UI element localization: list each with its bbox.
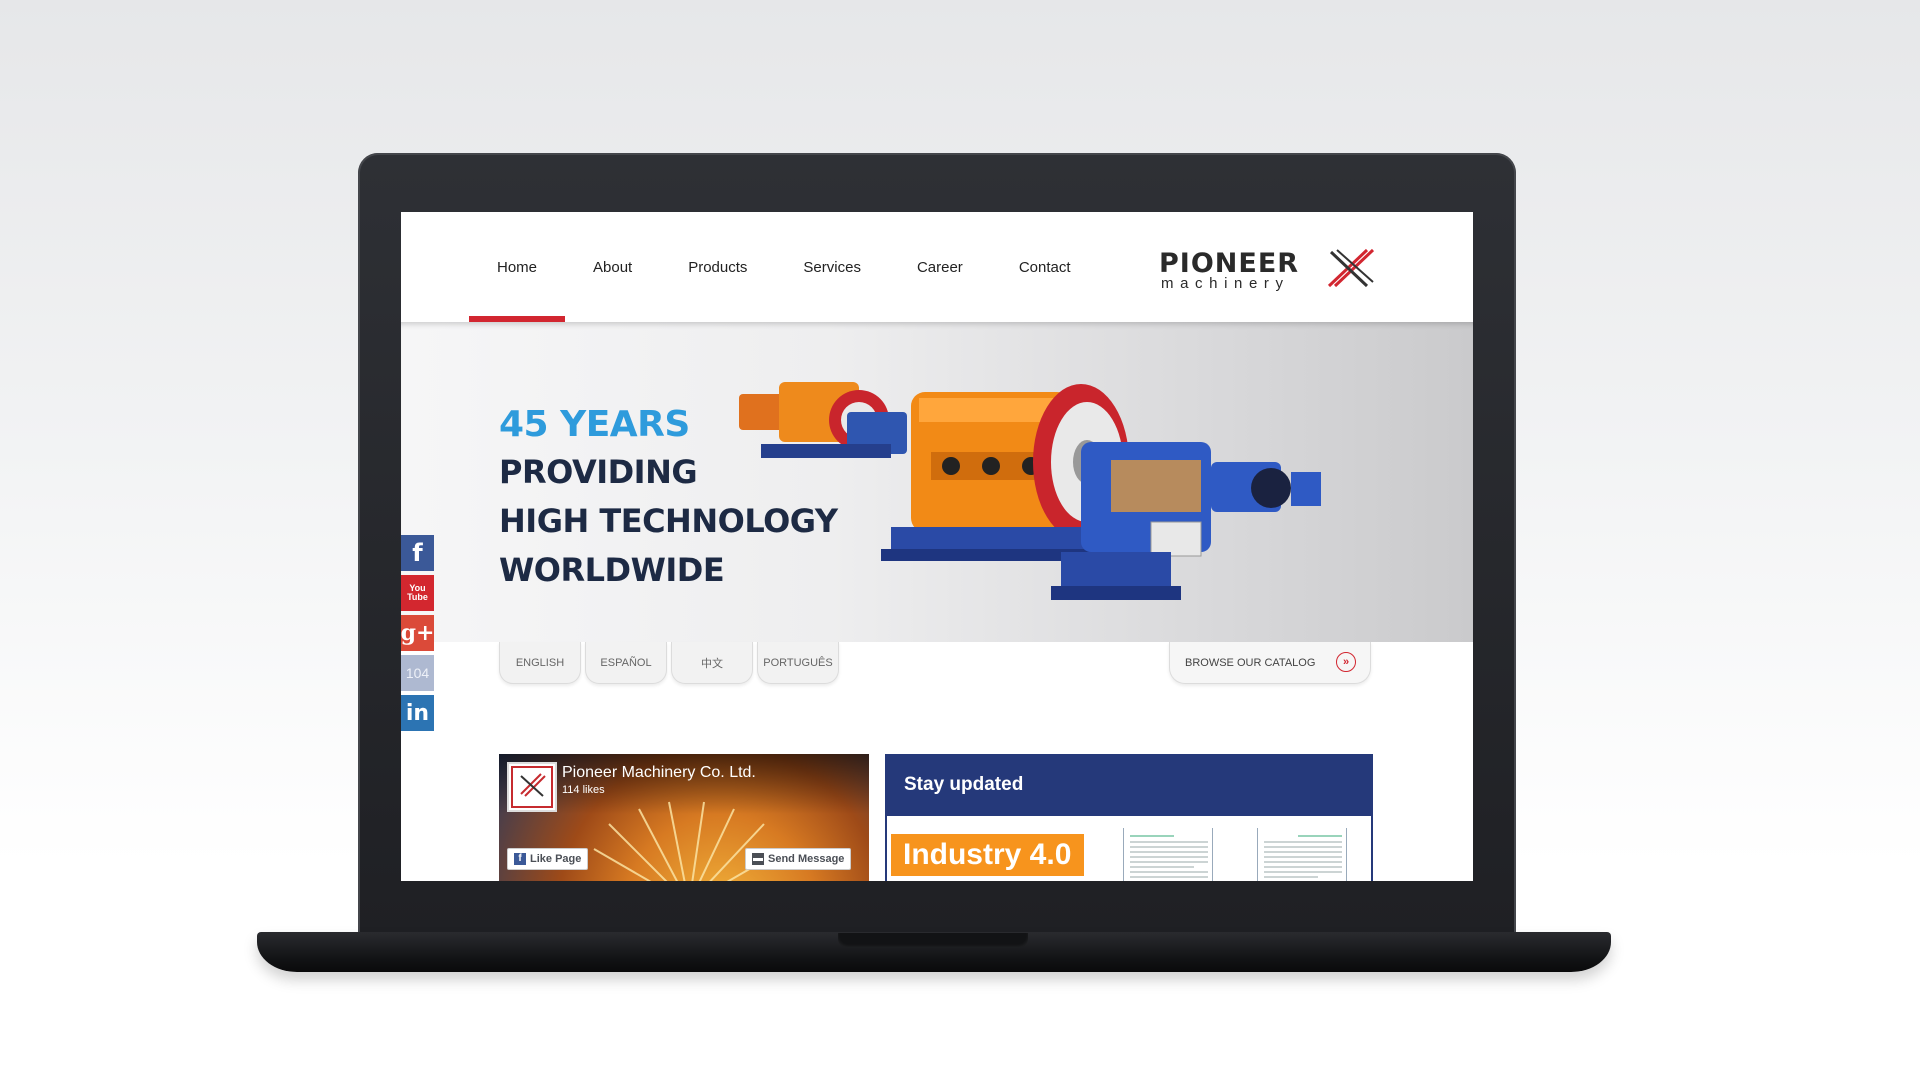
laptop-notch [838,933,1028,948]
browse-catalog-button[interactable]: BROWSE OUR CATALOG » [1169,642,1371,684]
facebook-icon[interactable]: f [401,535,434,571]
pioneer-logo[interactable]: PIONEER machinery [1159,248,1379,294]
text-lines-decor [1264,835,1342,878]
hero-banner: 45 YEARS PROVIDING HIGH TECHNOLOGY WORLD… [401,322,1473,642]
nav-products[interactable]: Products [660,212,775,322]
newsletter-page-preview[interactable] [1123,828,1213,881]
job-bank-104-icon[interactable]: 104 [401,655,434,691]
stay-updated-panel: Stay updated Industry 4.0 [885,754,1373,881]
pioneer-mini-logo-icon [511,766,553,808]
lang-espanol[interactable]: ESPAÑOL [585,642,667,684]
google-plus-icon[interactable]: g+ [401,615,434,651]
like-page-label: Like Page [530,853,582,865]
machine-image [739,382,1321,600]
linkedin-icon[interactable]: in [401,695,434,731]
send-message-button[interactable]: ▬ Send Message [745,848,852,870]
logo-x-mark-icon [1327,248,1375,288]
logo-wordmark: PIONEER [1159,248,1300,279]
laptop-screen: Home About Products Services Career Cont… [401,212,1473,881]
newsletter-page-preview[interactable] [1257,828,1347,881]
lang-chinese[interactable]: 中文 [671,642,753,684]
facebook-page-widget: Pioneer Machinery Co. Ltd. 114 likes f L… [499,754,869,881]
browse-catalog-label: BROWSE OUR CATALOG [1185,656,1316,669]
text-lines-decor [1130,835,1208,878]
main-nav: Home About Products Services Career Cont… [469,212,1099,322]
nav-about[interactable]: About [565,212,660,322]
stay-updated-title: Stay updated [887,754,1371,816]
message-icon: ▬ [752,853,764,865]
nav-contact[interactable]: Contact [991,212,1099,322]
language-tabs: ENGLISH ESPAÑOL 中文 PORTUGUÊS [499,642,843,684]
site-header: Home About Products Services Career Cont… [401,212,1473,322]
logo-subtitle: machinery [1161,275,1290,292]
nav-career[interactable]: Career [889,212,991,322]
lang-portugues[interactable]: PORTUGUÊS [757,642,839,684]
social-sidebar: f You Tube g+ 104 in [401,535,434,735]
facebook-page-avatar[interactable] [507,762,557,812]
facebook-page-name[interactable]: Pioneer Machinery Co. Ltd. [562,764,756,782]
youtube-icon[interactable]: You Tube [401,575,434,611]
send-message-label: Send Message [768,853,845,865]
lang-english[interactable]: ENGLISH [499,642,581,684]
like-page-button[interactable]: f Like Page [507,848,589,870]
industry-badge[interactable]: Industry 4.0 [891,834,1084,876]
facebook-like-count: 114 likes [562,784,605,796]
facebook-f-icon: f [514,853,526,865]
nav-home[interactable]: Home [469,212,566,322]
chevron-down-icon: » [1336,652,1356,672]
youtube-icon-bottom: Tube [407,592,428,602]
nav-services[interactable]: Services [775,212,889,322]
